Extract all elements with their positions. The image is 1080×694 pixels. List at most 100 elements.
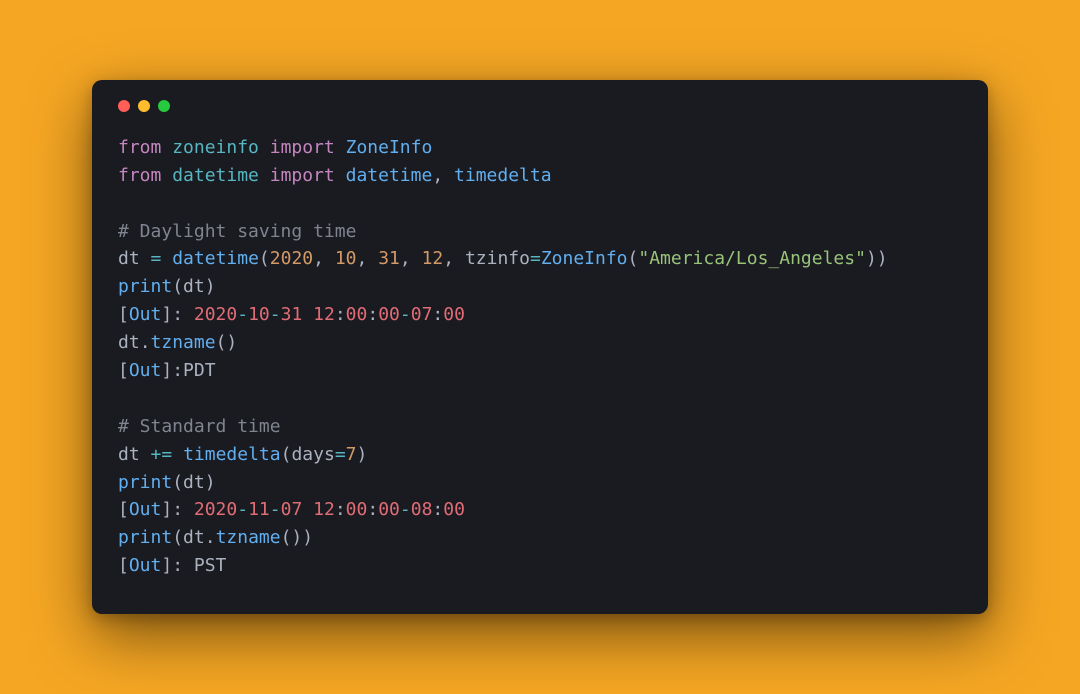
code-line: dt += timedelta(days=7) <box>118 441 962 469</box>
token-p: , <box>357 248 379 269</box>
token-p: ( <box>172 276 183 297</box>
token-op: = <box>151 248 162 269</box>
token-numr: 08 <box>411 499 433 520</box>
code-line: print(dt) <box>118 273 962 301</box>
token-p: [ <box>118 304 129 325</box>
token-dash: - <box>270 499 281 520</box>
token-dash: - <box>270 304 281 325</box>
token-op: = <box>530 248 541 269</box>
code-line: # Standard time <box>118 413 962 441</box>
token-numr: 2020 <box>194 304 237 325</box>
token-op: += <box>151 444 173 465</box>
token-numr: 00 <box>346 499 368 520</box>
traffic-light-group <box>118 100 962 112</box>
token-p: : <box>432 499 443 520</box>
token-w <box>140 248 151 269</box>
token-p: ( <box>281 444 292 465</box>
code-line: [Out]:PDT <box>118 357 962 385</box>
token-id: dt <box>118 332 140 353</box>
token-p: ()) <box>281 527 314 548</box>
code-line: print(dt) <box>118 469 962 497</box>
token-cls: datetime <box>346 165 433 186</box>
token-w <box>302 304 313 325</box>
token-str: "America/Los_Angeles" <box>638 248 866 269</box>
token-com: # Daylight saving time <box>118 221 356 242</box>
token-numr: 00 <box>378 499 400 520</box>
token-p: ]: <box>161 304 194 325</box>
token-mod: datetime <box>172 165 259 186</box>
token-p: , <box>432 165 454 186</box>
token-p: ]: <box>161 499 194 520</box>
token-p: . <box>205 527 216 548</box>
token-dash: - <box>237 499 248 520</box>
token-num: 7 <box>346 444 357 465</box>
token-p: ]: <box>161 360 183 381</box>
token-cls: datetime <box>172 248 259 269</box>
token-p: , <box>313 248 335 269</box>
token-w <box>335 165 346 186</box>
code-line: dt = datetime(2020, 10, 31, 12, tzinfo=Z… <box>118 245 962 273</box>
token-p: ( <box>628 248 639 269</box>
token-id: days <box>291 444 334 465</box>
token-numr: 00 <box>443 499 465 520</box>
token-numr: 00 <box>346 304 368 325</box>
code-line: [Out]: 2020-11-07 12:00:00-08:00 <box>118 496 962 524</box>
token-num: 2020 <box>270 248 313 269</box>
token-numr: 31 <box>281 304 303 325</box>
token-p: () <box>216 332 238 353</box>
token-p: : <box>432 304 443 325</box>
token-w <box>302 499 313 520</box>
token-w <box>172 444 183 465</box>
zoom-icon[interactable] <box>158 100 170 112</box>
token-numr: 10 <box>248 304 270 325</box>
token-mod: zoneinfo <box>172 137 259 158</box>
token-w <box>335 137 346 158</box>
code-line: from zoneinfo import ZoneInfo <box>118 134 962 162</box>
code-block: from zoneinfo import ZoneInfofrom dateti… <box>118 134 962 580</box>
close-icon[interactable] <box>118 100 130 112</box>
token-cls: print <box>118 527 172 548</box>
token-cls: tzname <box>151 332 216 353</box>
token-p: ) <box>205 276 216 297</box>
token-w <box>161 137 172 158</box>
token-k: import <box>270 165 335 186</box>
token-p: ( <box>172 472 183 493</box>
code-line: dt.tzname() <box>118 329 962 357</box>
token-num: 31 <box>378 248 400 269</box>
token-dash: - <box>400 499 411 520</box>
token-p: [ <box>118 360 129 381</box>
token-id: dt <box>183 276 205 297</box>
token-op: = <box>335 444 346 465</box>
token-w <box>161 248 172 269</box>
token-numr: 12 <box>313 499 335 520</box>
token-numr: 12 <box>313 304 335 325</box>
token-id: PST <box>194 555 227 576</box>
code-line: from datetime import datetime, timedelta <box>118 162 962 190</box>
token-dash: - <box>400 304 411 325</box>
code-line <box>118 385 962 413</box>
token-out: Out <box>129 555 162 576</box>
token-w <box>259 165 270 186</box>
minimize-icon[interactable] <box>138 100 150 112</box>
token-p: ( <box>259 248 270 269</box>
token-p: ) <box>357 444 368 465</box>
token-k: from <box>118 137 161 158</box>
code-line: print(dt.tzname()) <box>118 524 962 552</box>
code-line <box>118 190 962 218</box>
token-id: PDT <box>183 360 216 381</box>
token-p: , <box>400 248 422 269</box>
token-k: from <box>118 165 161 186</box>
token-w <box>161 165 172 186</box>
token-p: [ <box>118 499 129 520</box>
token-cls: ZoneInfo <box>541 248 628 269</box>
token-p: ) <box>205 472 216 493</box>
token-cls: timedelta <box>454 165 552 186</box>
token-cls: ZoneInfo <box>346 137 433 158</box>
token-numr: 2020 <box>194 499 237 520</box>
token-cls: print <box>118 472 172 493</box>
token-out: Out <box>129 360 162 381</box>
token-numr: 00 <box>378 304 400 325</box>
token-numr: 07 <box>411 304 433 325</box>
token-w <box>140 444 151 465</box>
token-id: tzinfo <box>465 248 530 269</box>
